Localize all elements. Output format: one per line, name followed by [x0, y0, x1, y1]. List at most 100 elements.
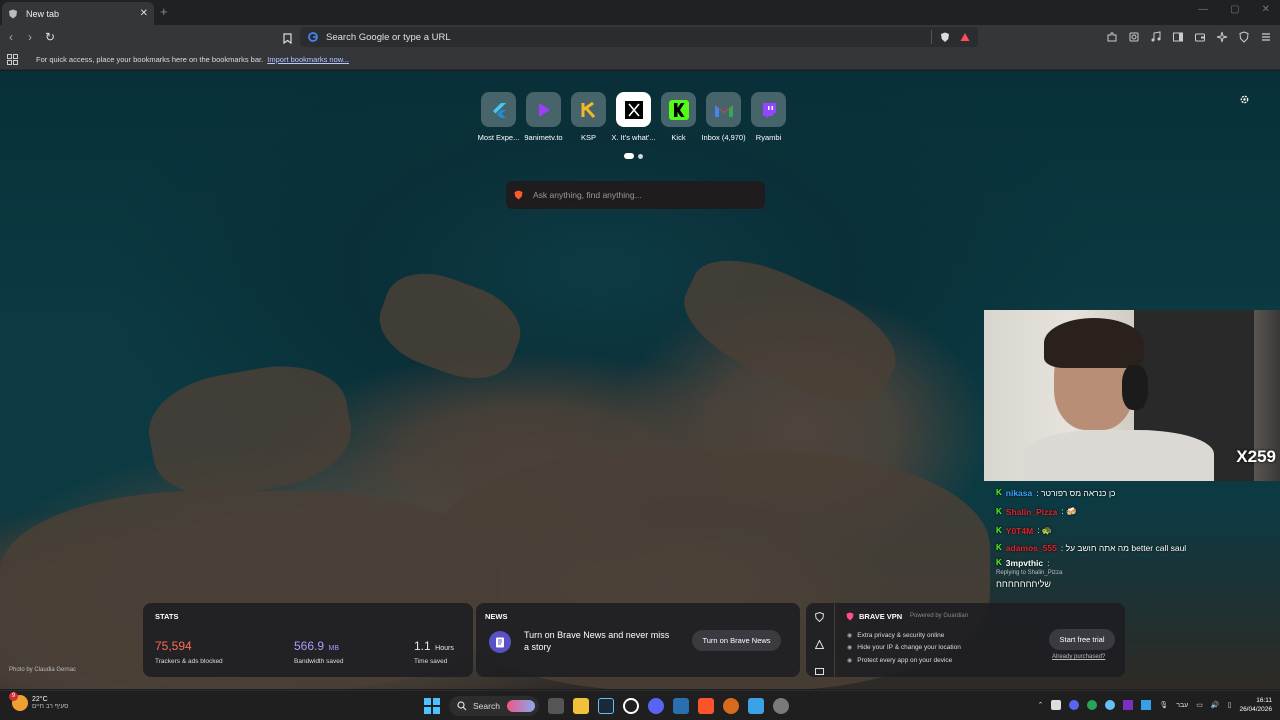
tray-app-icon[interactable] — [1051, 700, 1062, 710]
kick-badge-icon: K — [996, 507, 1002, 516]
ntp-search-box[interactable] — [506, 181, 765, 209]
brave-rewards-icon[interactable] — [960, 32, 970, 42]
widget-switcher — [806, 603, 834, 677]
webcam-person — [1024, 430, 1214, 481]
page-dot[interactable] — [638, 153, 643, 159]
clock[interactable]: 16:11 26/04/2026 — [1239, 696, 1272, 714]
top-site-tile[interactable]: Kick — [656, 92, 701, 142]
taskbar-search[interactable]: Search — [449, 696, 539, 716]
chat-username: 3mpvthic — [1005, 557, 1044, 568]
vpn-features: ◉ Extra privacy & security online ◉ Hide y… — [847, 629, 961, 667]
leo-ai-icon[interactable] — [1216, 31, 1228, 43]
top-site-name: KSP — [580, 133, 596, 142]
tray-app-icon[interactable] — [1141, 700, 1152, 710]
reload-button[interactable]: ↻ — [45, 30, 55, 44]
search-icon — [457, 701, 467, 711]
stats-header: STATS — [155, 612, 179, 621]
close-tab-icon[interactable]: ✕ — [140, 8, 148, 19]
news-header: NEWS — [485, 612, 508, 621]
landscape-ridge — [141, 354, 359, 508]
bookmark-icon[interactable] — [283, 31, 292, 49]
menu-icon[interactable] — [1260, 31, 1272, 43]
address-bar-placeholder: Search Google or type a URL — [326, 31, 451, 43]
chat-text: : 🐢 — [1037, 525, 1053, 535]
stat-label: Trackers & ads blocked — [155, 658, 223, 665]
stat-label: Bandwidth saved — [294, 658, 344, 665]
import-bookmarks-link[interactable]: Import bookmarks now... — [267, 55, 349, 64]
card-icon[interactable] — [815, 662, 824, 680]
file-explorer-icon[interactable] — [573, 698, 589, 714]
x-icon — [616, 92, 651, 127]
settings-icon[interactable] — [773, 698, 789, 714]
network-icon[interactable]: ▭ — [1196, 701, 1203, 709]
warning-icon[interactable] — [814, 636, 825, 654]
steam-tray-icon[interactable] — [1105, 700, 1116, 710]
already-purchased-link[interactable]: Already purchased? — [1052, 654, 1105, 660]
screenshot-icon[interactable] — [1128, 31, 1140, 43]
brave-shields-icon[interactable] — [940, 32, 950, 43]
ksp-icon — [571, 92, 606, 127]
weather-widget[interactable]: 9 22°C סעיף רב חיים — [9, 692, 68, 711]
task-view-icon[interactable] — [548, 698, 564, 714]
app-icon[interactable] — [748, 698, 764, 714]
wallet-icon[interactable] — [1194, 31, 1206, 43]
forward-button[interactable]: › — [28, 30, 32, 44]
vpn-feature: ◉ Extra privacy & security online — [847, 629, 961, 642]
battery-icon[interactable]: ▯ — [1228, 701, 1232, 709]
onenote-tray-icon[interactable] — [1123, 700, 1134, 710]
top-site-tile[interactable]: KSP — [566, 92, 611, 142]
sidebar-icon[interactable] — [1172, 31, 1184, 43]
vpn-icon[interactable] — [1238, 31, 1250, 43]
top-site-name: Most Expe... — [477, 133, 520, 142]
address-bar[interactable]: Search Google or type a URL — [300, 27, 978, 47]
stat-bandwidth: 566.9 MB Bandwidth saved — [294, 637, 344, 665]
start-free-trial-button[interactable]: Start free trial — [1049, 629, 1115, 650]
discord-tray-icon[interactable] — [1069, 700, 1080, 710]
vpn-feature-text: Hide your IP & change your location — [857, 644, 961, 652]
top-site-tile[interactable]: Inbox (4,970) — [701, 92, 746, 142]
vpn-feature: ◉ Hide your IP & change your location — [847, 642, 961, 655]
tab-new-tab[interactable]: New tab ✕ — [2, 2, 154, 25]
windows-taskbar: 9 22°C סעיף רב חיים Search ⌃ 🎙 עבר ▭ 🔊 ▯… — [0, 690, 1280, 720]
back-button[interactable]: ‹ — [9, 30, 13, 44]
vpn-shield-icon[interactable] — [814, 609, 825, 627]
news-icon — [489, 631, 511, 653]
chat-message: K nikasa : כן כנראה מס רפורטר — [996, 483, 1280, 502]
page-dot-active[interactable] — [624, 153, 634, 159]
kick-badge-icon: K — [996, 558, 1002, 567]
bookmarks-bar: For quick access, place your bookmarks h… — [0, 49, 1280, 70]
brave-icon[interactable] — [698, 698, 714, 714]
volume-icon[interactable]: 🔊 — [1211, 701, 1220, 709]
top-site-tile[interactable]: X. It's what'... — [611, 92, 656, 142]
app-icon[interactable] — [723, 698, 739, 714]
top-site-tile[interactable]: Ryambi — [746, 92, 791, 142]
obs-icon[interactable] — [623, 698, 639, 714]
tray-app-icon[interactable] — [1087, 700, 1098, 710]
toolbar: ‹ › ↻ Search Google or type a URL — [0, 25, 1280, 49]
minimize-button[interactable]: — — [1198, 4, 1208, 15]
top-site-tile[interactable]: 9animetv.to — [521, 92, 566, 142]
customize-gear-icon[interactable] — [1239, 92, 1250, 110]
tray-overflow-icon[interactable]: ⌃ — [1037, 701, 1043, 709]
media-icon[interactable] — [1150, 31, 1162, 43]
turn-on-news-button[interactable]: Turn on Brave News — [692, 630, 781, 651]
stat-value: 566.9 — [294, 639, 325, 653]
maximize-button[interactable]: ▢ — [1230, 4, 1239, 15]
discord-icon[interactable] — [648, 698, 664, 714]
landscape-ridge — [669, 239, 911, 423]
close-window-button[interactable]: ✕ — [1262, 4, 1270, 15]
language-indicator[interactable]: עבר — [1176, 702, 1188, 709]
chat-reply-hint: Replying to Shalin_Pizza — [996, 570, 1063, 576]
app-icon[interactable] — [673, 698, 689, 714]
new-tab-button[interactable]: + — [160, 4, 168, 19]
extensions-icon[interactable] — [1106, 31, 1118, 43]
ntp-search-input[interactable] — [533, 190, 733, 200]
check-icon: ◉ — [847, 657, 853, 664]
windows-start-icon[interactable] — [424, 698, 440, 714]
apps-grid-icon[interactable] — [7, 54, 18, 67]
steam-icon[interactable] — [598, 698, 614, 714]
microphone-icon[interactable]: 🎙 — [1159, 701, 1168, 709]
headset-icon — [1122, 365, 1148, 410]
clock-date: 26/04/2026 — [1239, 706, 1272, 713]
top-site-tile[interactable]: Most Expe... — [476, 92, 521, 142]
